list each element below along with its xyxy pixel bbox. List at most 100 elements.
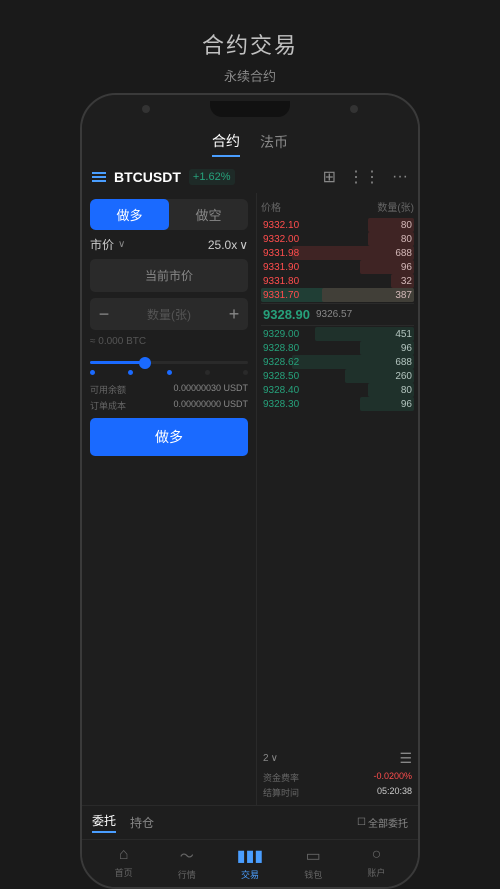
trade-icon: ▮▮▮: [237, 846, 263, 866]
ob-sell-row: 9332.0080: [261, 232, 414, 246]
ob-sell-row: 9331.9096: [261, 260, 414, 274]
phone-nav-home[interactable]: ⌂ 首页: [92, 846, 155, 881]
phone-nav-account[interactable]: ○ 账户: [345, 846, 408, 881]
ob-list-icon[interactable]: ☰: [399, 750, 412, 767]
ob-sell-row: 9331.98688: [261, 246, 414, 260]
qty-minus-btn[interactable]: −: [90, 298, 118, 330]
market-icon: 〜: [180, 846, 194, 866]
funding-info: 资金费率 -0.0200% 结算时间 05:20:38: [261, 769, 414, 801]
ob-sell-row-highlight: 9331.70387: [261, 288, 414, 302]
cost-value: 0.00000000 USDT: [173, 399, 248, 412]
home-label: 首页: [115, 866, 133, 879]
ob-buys: 9329.00451 9328.8096 9328.62688 9328.502…: [261, 327, 414, 411]
page-title: 合约交易: [202, 28, 298, 60]
ob-buy-row: 9328.4080: [261, 383, 414, 397]
approx-btc: ≈ 0.000 BTC: [90, 336, 248, 347]
camera-right: [350, 105, 358, 113]
order-type-label[interactable]: 市价: [90, 236, 114, 253]
phone-nav-market[interactable]: 〜 行情: [155, 846, 218, 881]
slider-container[interactable]: [90, 353, 248, 377]
tab-fiat[interactable]: 法币: [260, 132, 288, 156]
checkbox-icon: ☐: [357, 817, 366, 828]
more-icon[interactable]: ···: [392, 168, 408, 186]
instrument-change: +1.62%: [189, 169, 235, 185]
instrument-icon: [92, 172, 106, 182]
cost-label: 订单成本: [90, 399, 126, 412]
qty-row: − 数量(张) +: [90, 298, 248, 330]
ob-buy-row: 9328.8096: [261, 341, 414, 355]
slider-dots: [90, 370, 248, 375]
page-subtitle: 永续合约: [202, 66, 298, 85]
ob-header: 价格 数量(张): [261, 197, 414, 216]
wallet-icon: ▭: [306, 846, 321, 866]
phone-top-bar: [82, 95, 418, 123]
right-panel: 价格 数量(张) 9332.1080 9332.0080 933: [257, 193, 418, 805]
leverage-selector[interactable]: 25.0x ∨: [208, 238, 248, 252]
funding-rate-value: -0.0200%: [373, 771, 412, 784]
tab-contract[interactable]: 合约: [212, 131, 240, 157]
orders-tab-positions[interactable]: 持仓: [130, 814, 154, 831]
right-bottom: 2 ∨ ☰ 资金费率 -0.0200% 结算时间 05:20:38: [261, 744, 414, 801]
camera-left: [142, 105, 150, 113]
buy-button[interactable]: 做多: [90, 418, 248, 456]
ob-buy-row: 9328.62688: [261, 355, 414, 369]
ob-sells: 9332.1080 9332.0080 9331.98688 9331.9096: [261, 218, 414, 302]
settlement-label: 结算时间: [263, 786, 299, 799]
top-nav: 合约 法币: [82, 123, 418, 161]
app-content: 合约 法币 BTCUSDT +1.62% ⊞ ⋮⋮ ···: [82, 123, 418, 887]
price-input[interactable]: 当前市价: [90, 259, 248, 292]
mid-price: 9328.90: [263, 307, 310, 322]
funding-rate-label: 资金费率: [263, 771, 299, 784]
page-header: 合约交易 永续合约: [202, 0, 298, 93]
slider-thumb[interactable]: [139, 357, 151, 369]
phone-notch: [210, 101, 290, 117]
instrument-name[interactable]: BTCUSDT: [114, 169, 181, 185]
balance-label: 可用余额: [90, 383, 126, 396]
slider-track: [90, 361, 248, 364]
trade-label: 交易: [241, 868, 259, 881]
left-panel: 做多 做空 市价 ∨ 25.0x ∨ 当前市价: [82, 193, 257, 805]
trading-area: 做多 做空 市价 ∨ 25.0x ∨ 当前市价: [82, 193, 418, 805]
qty-input[interactable]: 数量(张): [118, 306, 220, 323]
indicator-icon[interactable]: ⋮⋮: [348, 167, 380, 187]
order-type-arrow: ∨: [118, 239, 125, 250]
home-icon: ⌂: [119, 846, 129, 864]
funding-rate-row: 资金费率 -0.0200%: [263, 771, 412, 784]
buy-sell-tabs: 做多 做空: [90, 199, 248, 230]
market-label: 行情: [178, 868, 196, 881]
ob-buy-row: 9328.50260: [261, 369, 414, 383]
account-icon: ○: [372, 846, 382, 864]
ob-depth-dropdown[interactable]: 2 ∨: [263, 753, 278, 764]
cost-row: 订单成本 0.00000000 USDT: [90, 399, 248, 412]
phone-nav-wallet[interactable]: ▭ 钱包: [282, 846, 345, 881]
settlement-row: 结算时间 05:20:38: [263, 786, 412, 799]
qty-plus-btn[interactable]: +: [220, 298, 248, 330]
buy-tab[interactable]: 做多: [90, 199, 169, 230]
ob-sell-row: 9331.8032: [261, 274, 414, 288]
ob-buy-row: 9329.00451: [261, 327, 414, 341]
wallet-label: 钱包: [304, 868, 322, 881]
phone-frame: 合约 法币 BTCUSDT +1.62% ⊞ ⋮⋮ ···: [80, 93, 420, 889]
mid-price-secondary: 9326.57: [316, 309, 352, 320]
orders-section: 委托 持仓 ☐ 全部委托: [82, 805, 418, 839]
slider-fill: [90, 361, 145, 364]
phone-bottom-nav: ⌂ 首页 〜 行情 ▮▮▮ 交易 ▭ 钱包 ○ 账户: [82, 839, 418, 887]
ob-buy-row: 9328.3096: [261, 397, 414, 411]
ob-price-header: 价格: [261, 199, 281, 214]
chart-icon[interactable]: ⊞: [323, 167, 336, 187]
phone-nav-trade[interactable]: ▮▮▮ 交易: [218, 846, 281, 881]
mid-price-row: 9328.90 9326.57: [261, 303, 414, 326]
orders-tab-open[interactable]: 委托: [92, 812, 116, 833]
all-orders-btn[interactable]: ☐ 全部委托: [357, 815, 408, 830]
instrument-actions: ⊞ ⋮⋮ ···: [323, 167, 408, 187]
balance-value: 0.00000030 USDT: [173, 383, 248, 396]
btc-icon: [92, 172, 106, 182]
ob-sell-row: 9332.1080: [261, 218, 414, 232]
account-label: 账户: [367, 866, 385, 879]
ob-qty-header: 数量(张): [377, 199, 414, 214]
sell-tab[interactable]: 做空: [169, 199, 248, 230]
ob-icon-row: 2 ∨ ☰: [261, 748, 414, 769]
order-type-row: 市价 ∨ 25.0x ∨: [90, 236, 248, 253]
settlement-time: 05:20:38: [377, 786, 412, 799]
instrument-row: BTCUSDT +1.62% ⊞ ⋮⋮ ···: [82, 161, 418, 193]
